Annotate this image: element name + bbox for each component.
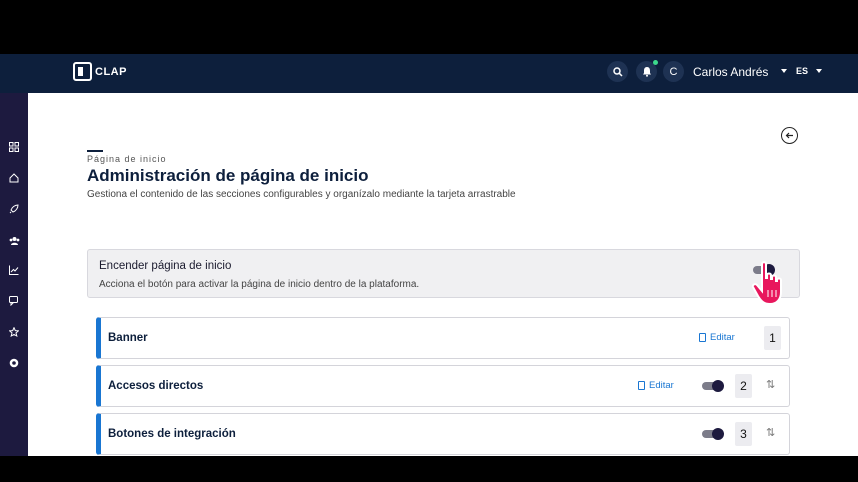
- section-order: 1: [764, 326, 781, 350]
- sidebar: [0, 93, 28, 456]
- top-navbar: CLAP C Carlos Andrés ES: [0, 54, 858, 93]
- star-icon: [9, 327, 19, 337]
- sidebar-item-messages[interactable]: [7, 294, 21, 308]
- section-order: 3: [735, 422, 752, 446]
- home-icon: [9, 173, 19, 183]
- page-title: Administración de página de inicio: [87, 166, 369, 185]
- avatar-initial: C: [669, 65, 678, 78]
- grid-icon: [9, 142, 19, 152]
- sidebar-item-users[interactable]: [7, 233, 21, 247]
- app-screen: CLAP C Carlos Andrés ES Página de inicio…: [0, 54, 858, 456]
- section-name: Botones de integración: [108, 428, 236, 440]
- toggle-knob: [712, 380, 724, 392]
- breadcrumb-accent: [87, 150, 103, 152]
- edit-label: Editar: [649, 380, 674, 391]
- bell-icon: [642, 67, 651, 77]
- sort-arrows-icon[interactable]: ⇅: [766, 378, 775, 391]
- sidebar-item-launch[interactable]: [7, 202, 21, 216]
- homepage-power-card: Encender página de inicio Acciona el bot…: [87, 249, 800, 298]
- section-name: Banner: [108, 332, 148, 344]
- clap-logo[interactable]: CLAP: [73, 62, 127, 81]
- section-card-banner[interactable]: Banner Editar 1: [96, 317, 790, 359]
- back-button[interactable]: [781, 127, 798, 144]
- section-toggle[interactable]: [702, 428, 724, 440]
- edit-accesos-button[interactable]: Editar: [638, 380, 674, 391]
- edit-banner-button[interactable]: Editar: [699, 332, 735, 343]
- notification-dot: [653, 60, 658, 65]
- sidebar-item-favorites[interactable]: [7, 325, 21, 339]
- language-chevron-down-icon[interactable]: [816, 69, 822, 73]
- logo-text: CLAP: [95, 65, 127, 78]
- user-name[interactable]: Carlos Andrés: [693, 65, 768, 79]
- hand-pointer-cursor-icon: [751, 261, 782, 306]
- document-icon: [699, 333, 706, 342]
- user-menu-chevron-down-icon[interactable]: [781, 69, 787, 73]
- search-button[interactable]: [607, 61, 628, 82]
- power-title: Encender página de inicio: [99, 260, 232, 272]
- page-subtitle: Gestiona el contenido de las secciones c…: [87, 189, 516, 200]
- language-selector[interactable]: ES: [796, 66, 808, 76]
- logo-mark: [73, 62, 92, 81]
- section-order: 2: [735, 374, 752, 398]
- chat-icon: [9, 296, 18, 306]
- support-icon: [9, 358, 19, 368]
- section-toggle[interactable]: [702, 380, 724, 392]
- sort-arrows-icon[interactable]: ⇅: [766, 426, 775, 439]
- search-icon: [612, 66, 623, 77]
- main-content: Página de inicio Administración de págin…: [28, 93, 858, 456]
- chart-icon: [9, 265, 19, 275]
- section-name: Accesos directos: [108, 380, 204, 392]
- sidebar-item-home[interactable]: [7, 171, 21, 185]
- sidebar-item-dashboard[interactable]: [7, 140, 21, 154]
- sidebar-item-analytics[interactable]: [7, 263, 21, 277]
- power-description: Acciona el botón para activar la página …: [99, 279, 420, 290]
- section-card-accesos-directos[interactable]: Accesos directos Editar 2 ⇅: [96, 365, 790, 407]
- avatar[interactable]: C: [663, 61, 684, 82]
- toggle-knob: [712, 428, 724, 440]
- section-card-botones-integracion[interactable]: Botones de integración 3 ⇅: [96, 413, 790, 455]
- rocket-icon: [9, 204, 19, 214]
- arrow-left-icon: [785, 132, 793, 139]
- users-icon: [9, 236, 19, 245]
- document-icon: [638, 381, 645, 390]
- sidebar-item-support[interactable]: [7, 356, 21, 370]
- edit-label: Editar: [710, 332, 735, 343]
- breadcrumb: Página de inicio: [87, 154, 167, 164]
